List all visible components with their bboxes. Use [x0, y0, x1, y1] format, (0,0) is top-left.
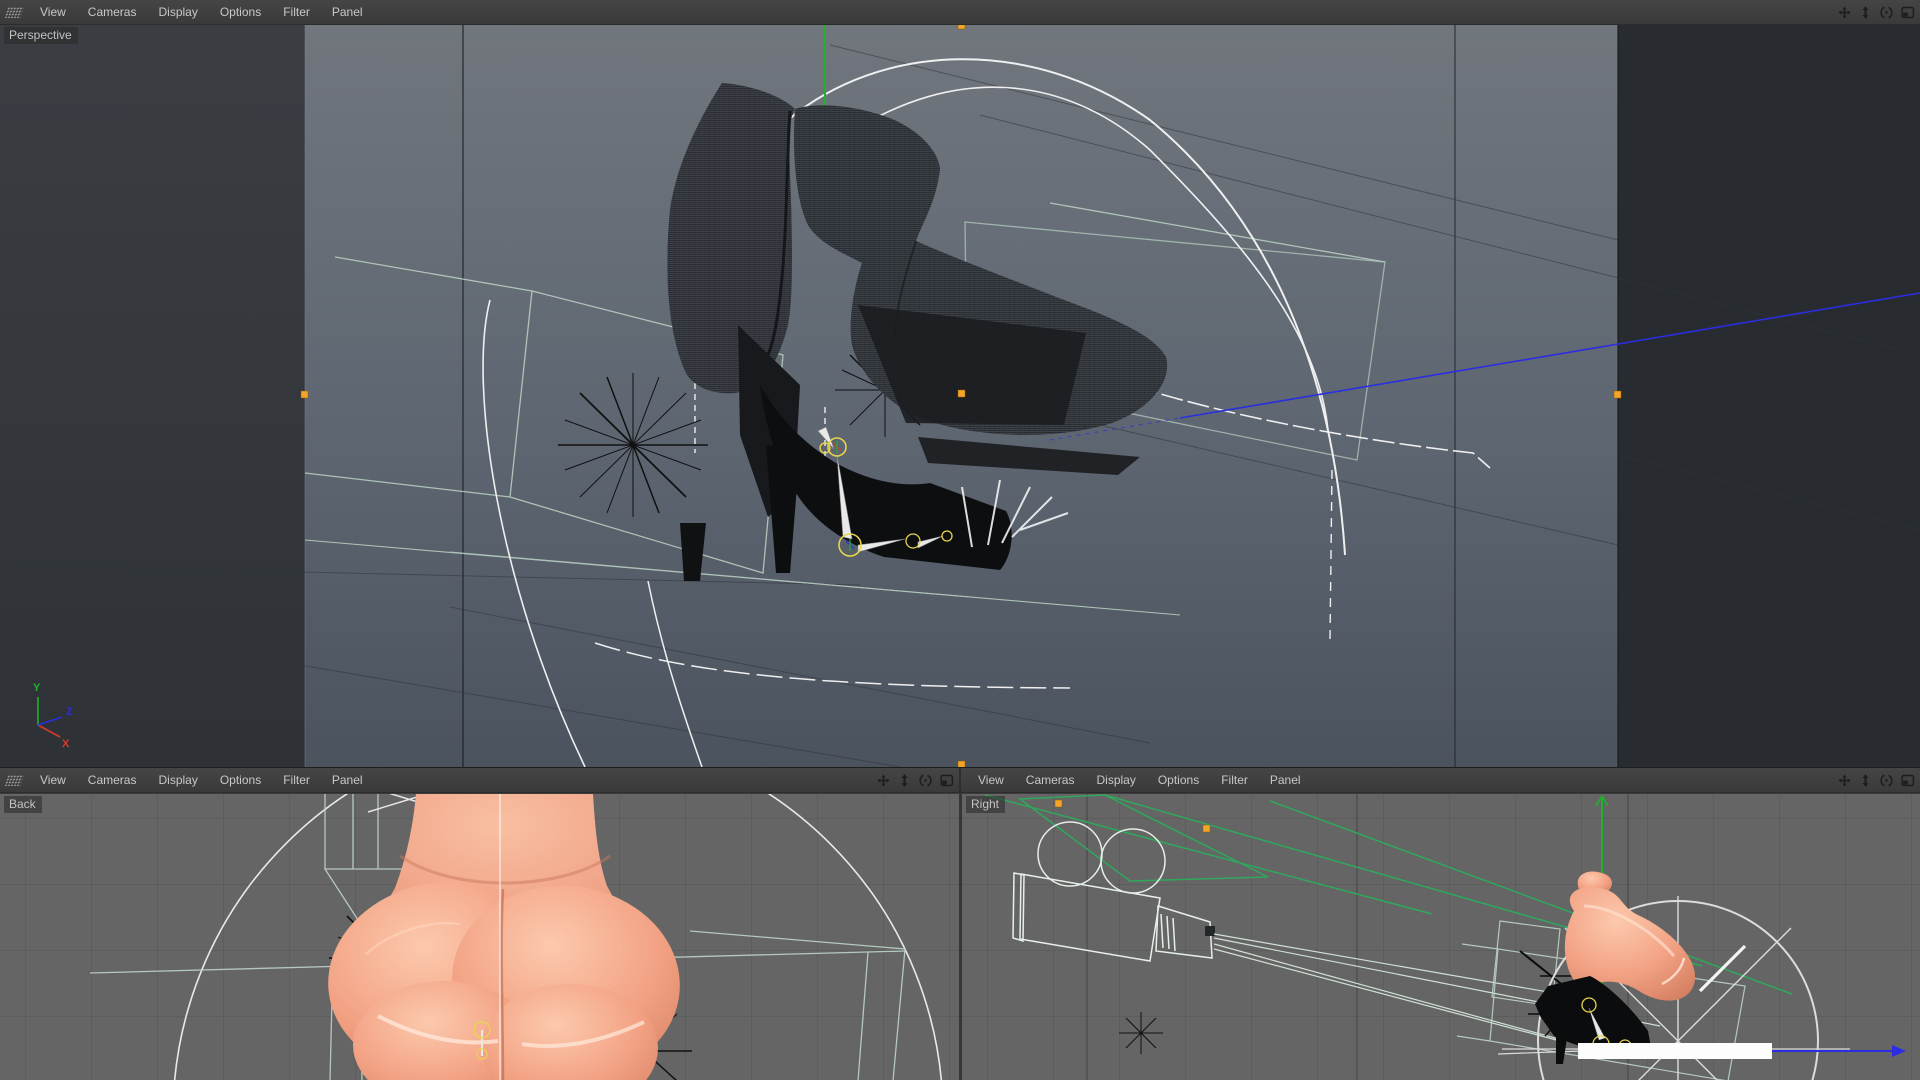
pan-view-icon[interactable] — [875, 772, 892, 789]
menu-view[interactable]: View — [967, 773, 1015, 787]
toggle-view-icon[interactable] — [1899, 772, 1916, 789]
right-viewport[interactable]: Right — [962, 794, 1920, 1080]
menu-cameras[interactable]: Cameras — [1015, 773, 1086, 787]
dolly-zoom-icon[interactable] — [1857, 4, 1874, 21]
menu-panel[interactable]: Panel — [1259, 773, 1312, 787]
menu-view[interactable]: View — [29, 773, 77, 787]
menu-options[interactable]: Options — [209, 773, 272, 787]
viewport-tool-group — [1836, 4, 1920, 21]
perspective-menubar: View Cameras Display Options Filter Pane… — [0, 0, 1920, 25]
pan-view-icon[interactable] — [1836, 4, 1853, 21]
viewport-tool-group — [875, 772, 959, 789]
viewport-label-back[interactable]: Back — [4, 796, 42, 813]
dolly-zoom-icon[interactable] — [896, 772, 913, 789]
plane-selection-handles[interactable] — [301, 25, 1621, 767]
star-null-left[interactable] — [558, 373, 708, 517]
back-viewport[interactable]: Back — [0, 794, 959, 1080]
toggle-view-icon[interactable] — [938, 772, 955, 789]
menu-panel[interactable]: Panel — [321, 773, 374, 787]
application-window: View Cameras Display Options Filter Pane… — [0, 0, 1920, 1080]
menu-options[interactable]: Options — [1147, 773, 1210, 787]
back-menubar: View Cameras Display Options Filter Pane… — [0, 768, 959, 792]
menu-filter[interactable]: Filter — [1210, 773, 1259, 787]
menu-display[interactable]: Display — [1085, 773, 1146, 787]
viewport-label-right[interactable]: Right — [966, 796, 1005, 813]
viewport-tool-group — [1836, 772, 1920, 789]
edge-on-plane-bar[interactable] — [1578, 1043, 1772, 1059]
ortho-grid — [962, 794, 1920, 1080]
pan-view-icon[interactable] — [1836, 772, 1853, 789]
menu-display[interactable]: Display — [147, 5, 208, 19]
bottom-menubars: View Cameras Display Options Filter Pane… — [0, 768, 1920, 793]
menu-cameras[interactable]: Cameras — [77, 773, 148, 787]
black-heel-shoe[interactable] — [680, 305, 1140, 581]
dolly-zoom-icon[interactable] — [1857, 772, 1874, 789]
toggle-view-icon[interactable] — [1899, 4, 1916, 21]
menu-filter[interactable]: Filter — [272, 5, 321, 19]
rotate-view-icon[interactable] — [1878, 4, 1895, 21]
panel-grip-icon[interactable] — [4, 775, 24, 786]
rotate-view-icon[interactable] — [917, 772, 934, 789]
y-axis-label: Y — [33, 682, 41, 694]
rotate-view-icon[interactable] — [1878, 772, 1895, 789]
panel-grip-icon[interactable] — [4, 7, 24, 18]
right-menubar: View Cameras Display Options Filter Pane… — [959, 768, 1920, 792]
menu-display[interactable]: Display — [147, 773, 208, 787]
spline-cage-wireframe[interactable] — [305, 203, 1385, 615]
menu-view[interactable]: View — [29, 5, 77, 19]
menu-options[interactable]: Options — [209, 5, 272, 19]
z-axis-label: Z — [66, 706, 73, 718]
viewport-label-perspective[interactable]: Perspective — [4, 27, 78, 44]
x-axis-label: X — [62, 738, 70, 750]
menu-panel[interactable]: Panel — [321, 5, 374, 19]
menu-filter[interactable]: Filter — [272, 773, 321, 787]
menu-cameras[interactable]: Cameras — [77, 5, 148, 19]
perspective-viewport[interactable]: Y X Z Perspective — [0, 25, 1920, 767]
